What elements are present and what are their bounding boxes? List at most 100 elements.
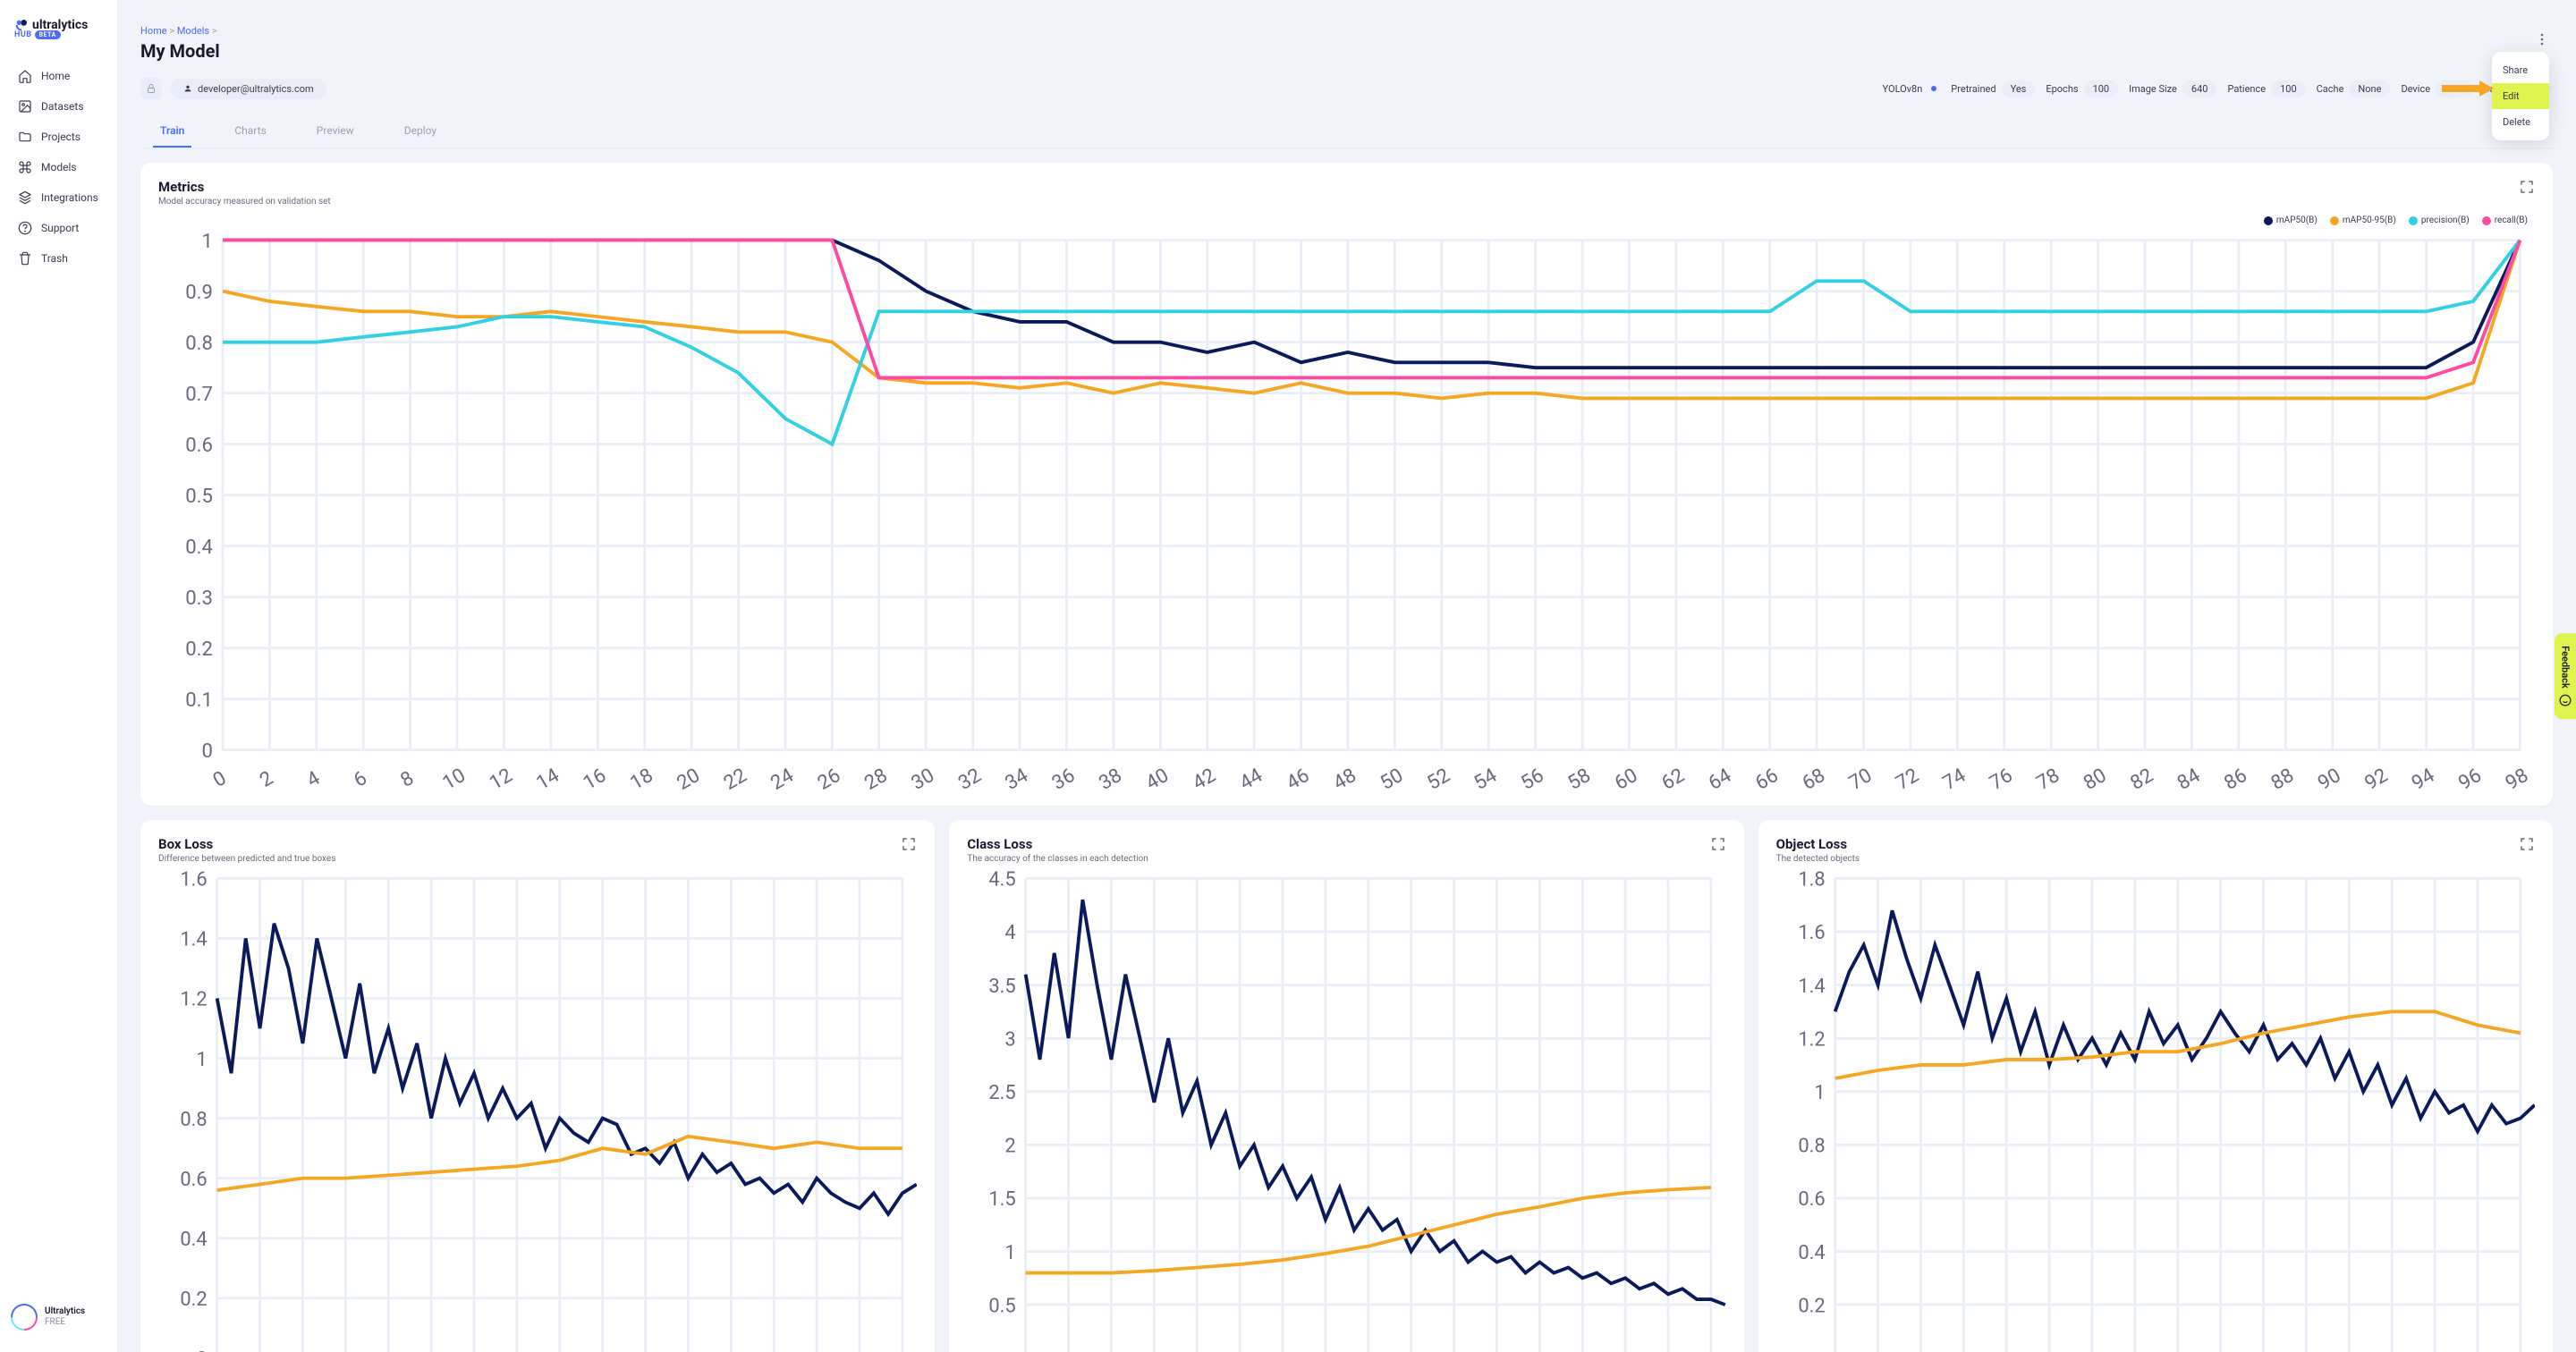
svg-text:2.5: 2.5 (989, 1082, 1016, 1104)
breadcrumb[interactable]: Home > Models > (140, 25, 2553, 37)
svg-text:1.6: 1.6 (180, 868, 207, 891)
svg-text:32: 32 (954, 764, 986, 795)
svg-text:4: 4 (302, 766, 324, 792)
svg-text:44: 44 (1235, 764, 1267, 795)
metrics-subtitle: Model accuracy measured on validation se… (158, 197, 331, 207)
svg-text:0.1: 0.1 (185, 689, 213, 712)
metrics-title: Metrics (158, 179, 331, 195)
svg-text:0.8: 0.8 (180, 1108, 207, 1130)
svg-text:1.4: 1.4 (1798, 975, 1825, 997)
kebab-menu-button[interactable] (2535, 32, 2549, 50)
svg-text:66: 66 (1751, 764, 1783, 795)
svg-text:58: 58 (1563, 764, 1595, 795)
svg-text:36: 36 (1048, 764, 1080, 795)
user-name: Ultralytics (45, 1306, 85, 1317)
logo-mark-icon (14, 18, 29, 32)
svg-text:0.6: 0.6 (185, 434, 213, 457)
svg-text:16: 16 (580, 764, 611, 795)
svg-text:1.2: 1.2 (180, 988, 207, 1010)
svg-text:0.2: 0.2 (180, 1289, 207, 1311)
svg-text:28: 28 (860, 764, 892, 795)
legend-mAP50(B)[interactable]: mAP50(B) (2264, 215, 2318, 225)
svg-text:0.8: 0.8 (185, 332, 213, 355)
svg-text:80: 80 (2080, 764, 2111, 795)
svg-text:56: 56 (1517, 764, 1548, 795)
expand-icon[interactable] (2519, 836, 2535, 852)
info-pretrained: Yes (2002, 80, 2036, 97)
svg-text:64: 64 (1705, 764, 1736, 795)
svg-text:3.5: 3.5 (989, 975, 1016, 997)
tab-preview[interactable]: Preview (309, 115, 361, 148)
sidebar-item-integrations[interactable]: Integrations (7, 182, 110, 213)
legend-recall(B)[interactable]: recall(B) (2482, 215, 2528, 225)
tab-train[interactable]: Train (153, 115, 191, 148)
svg-text:0.4: 0.4 (1798, 1241, 1825, 1263)
svg-text:70: 70 (1845, 764, 1877, 795)
metrics-chart: 00.10.20.30.40.50.60.70.80.9102468101214… (158, 225, 2535, 795)
expand-icon[interactable] (901, 836, 917, 852)
svg-text:82: 82 (2126, 764, 2157, 795)
svg-text:30: 30 (907, 764, 938, 795)
svg-text:54: 54 (1470, 764, 1501, 795)
svg-text:90: 90 (2314, 764, 2345, 795)
class-loss-card: Class Loss The accuracy of the classes i… (949, 820, 1743, 1352)
home-icon (18, 69, 32, 83)
svg-text:0.5: 0.5 (185, 485, 213, 508)
svg-text:0: 0 (201, 739, 212, 763)
svg-text:24: 24 (767, 764, 798, 795)
brand-logo[interactable]: ultralytics HUB BETA (0, 18, 117, 61)
user-card[interactable]: Ultralytics FREE (0, 1295, 117, 1339)
svg-text:26: 26 (814, 764, 845, 795)
svg-text:0.9: 0.9 (185, 281, 213, 304)
menu-edit[interactable]: Edit (2492, 83, 2549, 109)
svg-text:96: 96 (2454, 764, 2486, 795)
page-title: My Model (140, 40, 2553, 62)
expand-icon[interactable] (2519, 179, 2535, 195)
svg-text:0.2: 0.2 (1798, 1295, 1825, 1317)
box-loss-card: Box Loss Difference between predicted an… (140, 820, 935, 1352)
class-loss-chart: 0.511.522.533.544.5061218243036424854606… (967, 864, 1725, 1352)
svg-text:1.4: 1.4 (180, 928, 207, 951)
image-icon (18, 99, 32, 114)
info-device: GPU (2436, 80, 2473, 97)
svg-text:14: 14 (532, 764, 564, 795)
sidebar-item-trash[interactable]: Trash (7, 243, 110, 274)
main-pane: ShareEditDelete Home > Models > My Model (117, 0, 2576, 1352)
sidebar-item-home[interactable]: Home (7, 61, 110, 91)
tab-deploy[interactable]: Deploy (397, 115, 444, 148)
menu-delete[interactable]: Delete (2492, 109, 2549, 135)
svg-text:50: 50 (1377, 764, 1408, 795)
svg-text:40: 40 (1142, 764, 1174, 795)
sidebar-item-projects[interactable]: Projects (7, 122, 110, 152)
svg-text:84: 84 (2174, 764, 2205, 795)
svg-text:0.8: 0.8 (1798, 1135, 1825, 1157)
sidebar-item-support[interactable]: Support (7, 213, 110, 243)
svg-text:60: 60 (1611, 764, 1642, 795)
tab-charts[interactable]: Charts (227, 115, 273, 148)
svg-text:2: 2 (256, 766, 277, 792)
sidebar-item-datasets[interactable]: Datasets (7, 91, 110, 122)
owner-chip[interactable]: developer@ultralytics.com (171, 79, 326, 99)
svg-text:6: 6 (350, 766, 371, 792)
svg-text:1: 1 (1814, 1082, 1825, 1104)
svg-text:48: 48 (1329, 764, 1360, 795)
svg-text:42: 42 (1189, 764, 1220, 795)
svg-text:46: 46 (1283, 764, 1314, 795)
folder-icon (18, 130, 32, 144)
legend-mAP50-95(B)[interactable]: mAP50-95(B) (2330, 215, 2396, 225)
expand-icon[interactable] (1710, 836, 1726, 852)
feedback-tab[interactable]: Feedback (2555, 633, 2576, 719)
svg-text:4.5: 4.5 (989, 868, 1016, 891)
svg-text:92: 92 (2360, 764, 2392, 795)
svg-text:98: 98 (2502, 764, 2533, 795)
object-loss-card: Object Loss The detected objects 0.20.40… (1758, 820, 2553, 1352)
info-cache: None (2349, 80, 2390, 97)
legend-precision(B)[interactable]: precision(B) (2409, 215, 2470, 225)
svg-text:0.4: 0.4 (180, 1228, 207, 1250)
svg-text:38: 38 (1095, 764, 1126, 795)
svg-text:4: 4 (1005, 922, 1016, 944)
svg-text:72: 72 (1892, 764, 1923, 795)
info-patience: 100 (2271, 80, 2306, 97)
sidebar-item-models[interactable]: Models (7, 152, 110, 182)
menu-share[interactable]: Share (2492, 57, 2549, 83)
